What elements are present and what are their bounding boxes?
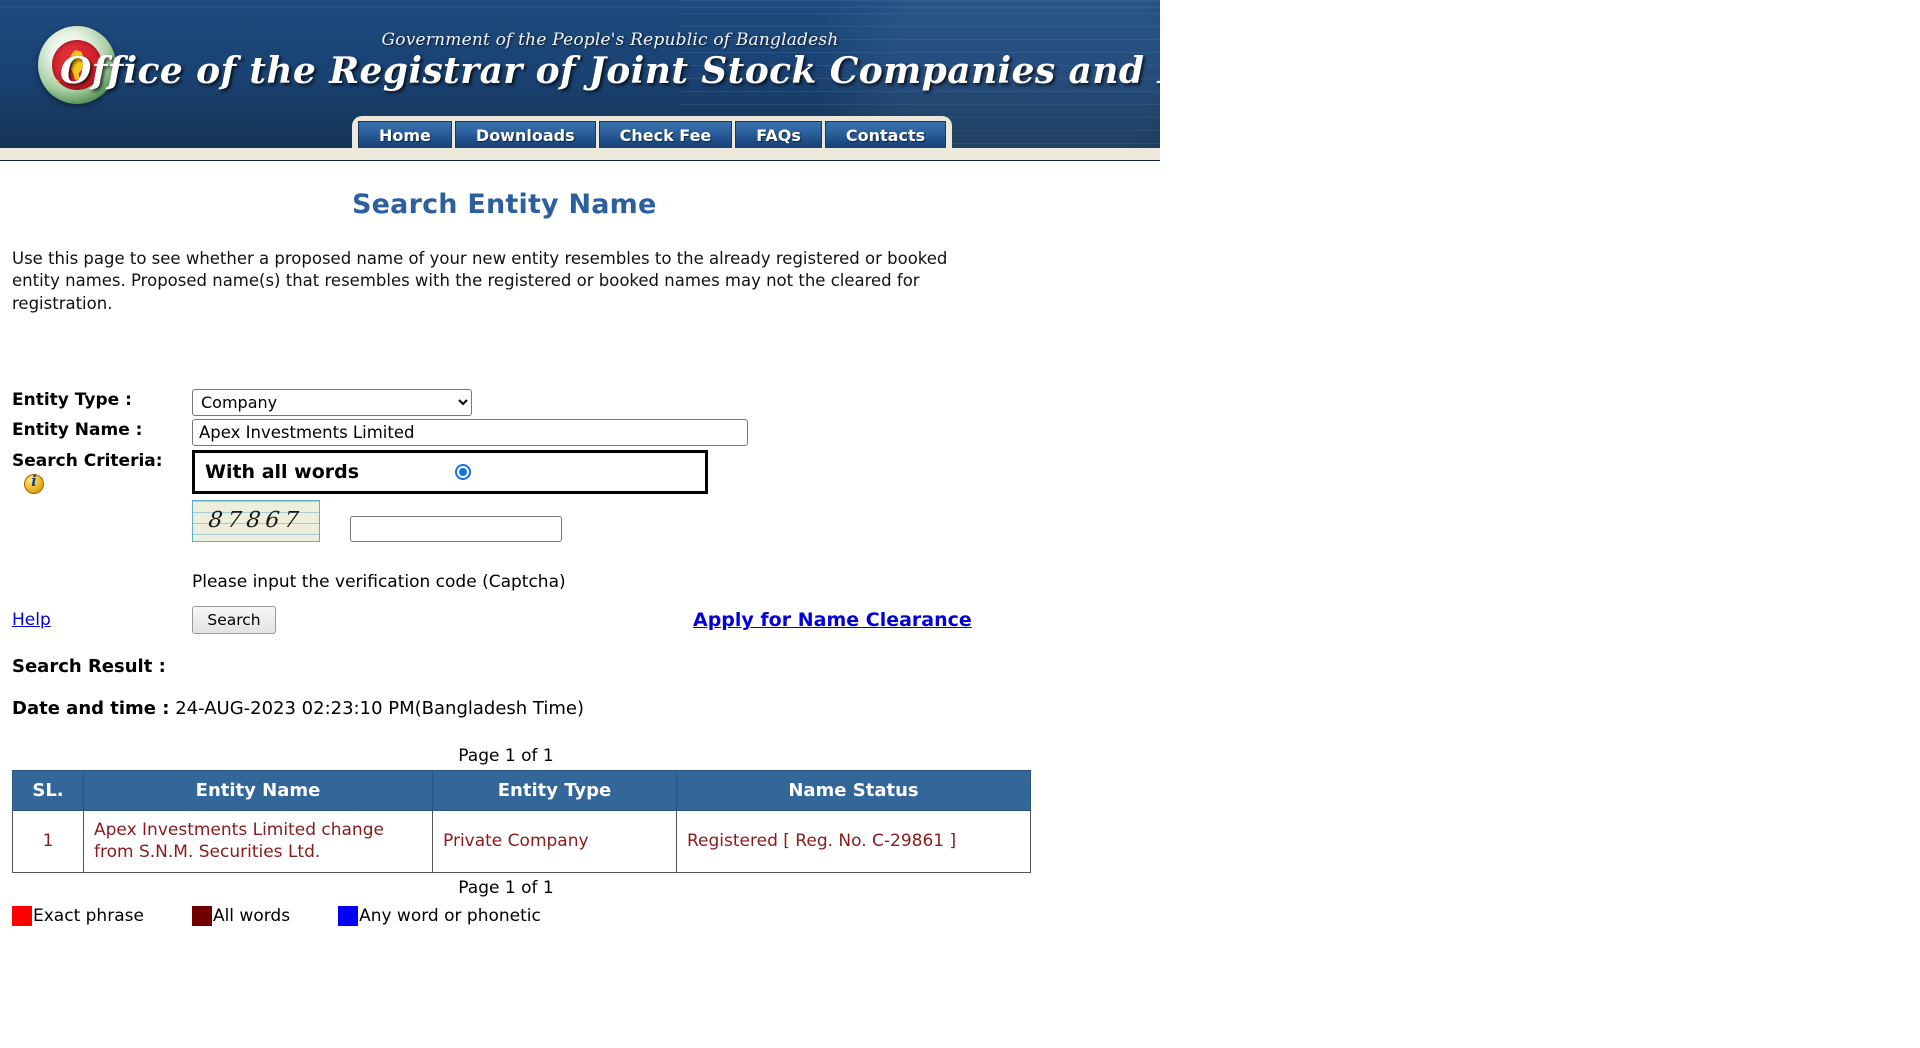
entity-type-row: Entity Type : Company: [12, 389, 1920, 417]
nav-item-contacts[interactable]: Contacts: [824, 121, 947, 150]
nav-item-faqs[interactable]: FAQs: [735, 121, 822, 150]
date-and-time-value: 24-AUG-2023 02:23:10 PM(Bangladesh Time): [175, 698, 584, 720]
entity-name-row: Entity Name :: [12, 419, 1920, 447]
nav-item-check-fee[interactable]: Check Fee: [598, 121, 733, 150]
table-row: 1 Apex Investments Limited change from S…: [12, 810, 1031, 873]
column-header-entity-type: Entity Type: [432, 770, 677, 812]
page-content: Search Entity Name Use this page to see …: [0, 189, 1920, 926]
nav-item-downloads[interactable]: Downloads: [454, 121, 596, 150]
color-legend: Exact phrase All words Any word or phone…: [0, 905, 1920, 926]
page-indicator-top: Page 1 of 1: [458, 746, 554, 767]
help-link[interactable]: Help: [12, 610, 192, 630]
cell-name-status: Registered [ Reg. No. C-29861 ]: [676, 810, 1031, 873]
apply-for-name-clearance-link[interactable]: Apply for Name Clearance: [693, 609, 972, 631]
date-and-time-label: Date and time :: [12, 698, 170, 720]
legend-item-any-word: Any word or phonetic: [338, 905, 541, 926]
captcha-code-text: 87867: [207, 508, 305, 534]
page-indicator-bottom: Page 1 of 1: [458, 877, 554, 898]
info-icon[interactable]: [24, 473, 44, 495]
search-criteria-option-box: With all words: [192, 450, 708, 495]
captcha-input[interactable]: [350, 516, 562, 543]
search-results-table: SL. Entity Name Entity Type Name Status …: [12, 770, 1031, 873]
entity-type-label: Entity Type :: [12, 390, 132, 411]
legend-swatch-exact-phrase: [12, 905, 32, 926]
search-button[interactable]: Search: [192, 606, 276, 635]
search-criteria-label-wrap: Search Criteria:: [12, 450, 192, 499]
page-intro-text: Use this page to see whether a proposed …: [12, 249, 948, 313]
column-header-name-status: Name Status: [676, 770, 1031, 812]
banner-bottom-strip: [0, 148, 1160, 160]
search-result-label: Search Result :: [12, 656, 166, 678]
legend-swatch-any-word: [338, 905, 359, 926]
legend-swatch-all-words: [191, 905, 212, 926]
column-header-sl: SL.: [12, 770, 84, 812]
banner-title: Office of the Registrar of Joint Stock C…: [60, 50, 1160, 92]
nav-item-home[interactable]: Home: [358, 121, 452, 150]
table-header-row: SL. Entity Name Entity Type Name Status: [12, 770, 1031, 812]
search-form: Entity Type : Company Entity Name : Sear…: [0, 389, 1920, 592]
entity-name-label: Entity Name :: [12, 420, 143, 441]
date-and-time-row: Date and time : 24-AUG-2023 02:23:10 PM(…: [0, 698, 1920, 719]
form-action-row: Help Search Apply for Name Clearance: [0, 606, 1920, 635]
site-header-banner: Government of the People's Republic of B…: [0, 0, 1160, 161]
captcha-row: 87867: [192, 500, 1920, 543]
legend-label-all-words: All words: [212, 905, 291, 926]
legend-label-exact-phrase: Exact phrase: [33, 905, 144, 926]
search-criteria-radio-with-all-words[interactable]: [455, 464, 472, 481]
legend-item-all-words: All words: [191, 905, 291, 926]
cell-entity-name: Apex Investments Limited change from S.N…: [83, 810, 433, 873]
column-header-entity-name: Entity Name: [83, 770, 433, 812]
search-criteria-option-label: With all words: [205, 461, 360, 484]
captcha-hint-text: Please input the verification code (Capt…: [192, 572, 566, 593]
search-criteria-label: Search Criteria:: [12, 451, 163, 472]
cell-sl: 1: [12, 810, 84, 873]
captcha-image: 87867: [192, 500, 320, 543]
main-navigation: Home Downloads Check Fee FAQs Contacts: [352, 116, 953, 150]
legend-label-any-word: Any word or phonetic: [359, 905, 541, 926]
entity-type-select[interactable]: Company: [192, 389, 472, 417]
cell-entity-type: Private Company: [432, 810, 677, 873]
search-criteria-row: Search Criteria: With all words 87867 Pl…: [12, 450, 1920, 592]
banner-subtitle: Government of the People's Republic of B…: [381, 30, 839, 50]
legend-item-exact-phrase: Exact phrase: [12, 905, 144, 926]
page-title: Search Entity Name: [352, 189, 657, 220]
entity-name-input[interactable]: [192, 419, 748, 447]
